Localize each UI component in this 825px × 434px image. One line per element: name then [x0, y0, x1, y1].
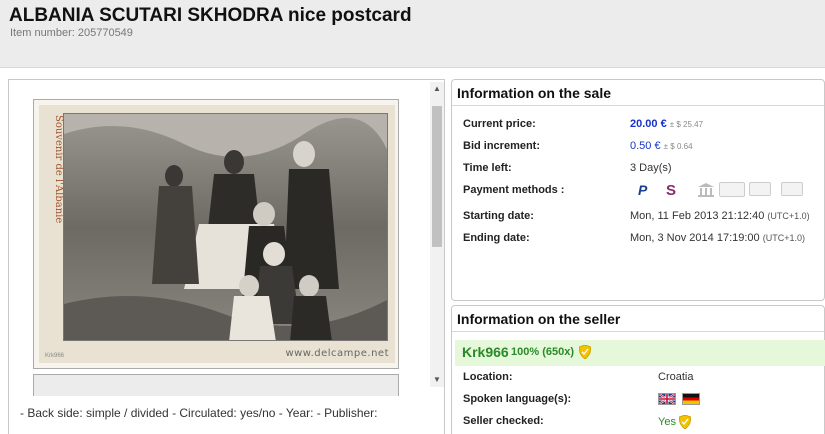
next-image-thumbnail[interactable]	[33, 374, 399, 396]
sale-info-box: Information on the sale Current price: 2…	[451, 79, 825, 301]
page-title: ALBANIA SCUTARI SKHODRA nice postcard	[9, 5, 412, 26]
starting-date-value: Mon, 11 Feb 2013 21:12:40 (UTC+1.0)	[630, 210, 810, 222]
image-scrollbar[interactable]: ▲ ▼	[430, 82, 444, 387]
bid-increment-label: Bid increment:	[463, 140, 541, 152]
ending-date-label: Ending date:	[463, 232, 530, 244]
item-description: - Back side: simple / divided - Circulat…	[20, 406, 378, 420]
current-price: 20.00 €	[630, 118, 667, 130]
seller-checked-value: Yes	[658, 414, 692, 430]
starting-date-tz: (UTC+1.0)	[767, 211, 810, 221]
check-icon	[719, 182, 745, 197]
cash-icon	[749, 182, 771, 196]
languages-label: Spoken language(s):	[463, 393, 572, 405]
ending-date: Mon, 3 Nov 2014 17:19:00	[630, 232, 760, 244]
postcard: Souvenir de l'Albanie Krk966 www.delcamp…	[39, 105, 395, 363]
scrollbar-thumb[interactable]	[432, 106, 442, 247]
location-label: Location:	[463, 371, 513, 383]
current-price-label: Current price:	[463, 118, 536, 130]
checked-shield-icon	[678, 414, 692, 430]
ending-date-value: Mon, 3 Nov 2014 17:19:00 (UTC+1.0)	[630, 232, 805, 244]
postcard-seller-tag: Krk966	[45, 353, 65, 359]
scroll-up-arrow-icon[interactable]: ▲	[430, 82, 444, 96]
credit-card-icon	[781, 182, 803, 196]
seller-info-box: Information on the seller Krk966 100% (6…	[451, 305, 825, 434]
scroll-down-arrow-icon[interactable]: ▼	[430, 373, 444, 387]
english-flag-icon	[658, 393, 676, 406]
paypal-icon: P	[638, 182, 648, 198]
delcampe-watermark: www.delcampe.net	[285, 348, 389, 359]
current-price-usd: ± $ 25.47	[669, 120, 704, 129]
seller-summary: Krk966 100% (650x)	[455, 340, 825, 366]
item-number: Item number: 205770549	[10, 27, 133, 39]
bank-transfer-icon	[697, 182, 715, 198]
starting-date-label: Starting date:	[463, 210, 534, 222]
language-flags	[658, 393, 703, 406]
postcard-photo	[63, 113, 388, 341]
postcard-caption: Souvenir de l'Albanie	[53, 115, 64, 224]
bid-increment-usd: ± $ 0.64	[663, 142, 693, 151]
seller-checked-text: Yes	[658, 415, 676, 428]
time-left-value: 3 Day(s)	[630, 162, 672, 174]
location-value: Croatia	[658, 371, 694, 383]
seller-rating[interactable]: 100% (650x)	[511, 346, 574, 358]
current-price-value: 20.00 € ± $ 25.47	[630, 118, 703, 130]
german-flag-icon	[682, 393, 701, 406]
page-header: ALBANIA SCUTARI SKHODRA nice postcard It…	[0, 0, 825, 68]
image-gallery: Souvenir de l'Albanie Krk966 www.delcamp…	[8, 79, 445, 434]
verified-shield-icon	[578, 344, 592, 360]
time-left-label: Time left:	[463, 162, 512, 174]
starting-date: Mon, 11 Feb 2013 21:12:40	[630, 210, 765, 222]
sale-info-title: Information on the sale	[452, 80, 824, 106]
postcard-image[interactable]: Souvenir de l'Albanie Krk966 www.delcamp…	[33, 99, 399, 369]
bid-increment-value: 0.50 € ± $ 0.64	[630, 140, 693, 152]
seller-checked-label: Seller checked:	[463, 415, 544, 427]
payment-methods-label: Payment methods :	[463, 184, 565, 196]
skrill-icon: S	[666, 182, 677, 199]
seller-name-link[interactable]: Krk966	[462, 344, 509, 360]
seller-info-title: Information on the seller	[452, 306, 824, 332]
ending-date-tz: (UTC+1.0)	[762, 233, 805, 243]
bid-increment: 0.50 €	[630, 140, 661, 152]
